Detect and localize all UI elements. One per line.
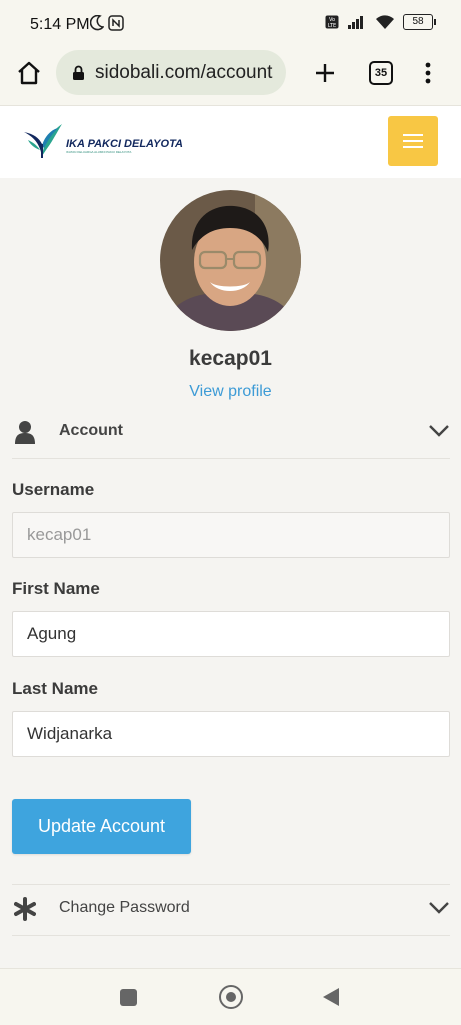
site-logo[interactable]: IKA PAKCI DELAYOTA IKATAN KELUARGA ALUMN… <box>22 120 183 160</box>
status-bar: 5:14 PM Vo LTE 58 <box>0 0 461 48</box>
last-name-field[interactable]: Widjanarka <box>12 711 450 757</box>
new-tab-button[interactable] <box>310 58 340 88</box>
update-account-button[interactable]: Update Account <box>12 799 191 854</box>
last-name-label: Last Name <box>12 679 98 698</box>
hamburger-line <box>403 146 423 148</box>
first-name-label: First Name <box>12 579 100 598</box>
user-icon <box>15 421 35 444</box>
svg-text:LTE: LTE <box>328 23 336 29</box>
home-icon <box>18 61 40 85</box>
logo-text: IKA PAKCI DELAYOTA <box>66 138 183 150</box>
account-section-toggle[interactable]: Account <box>12 408 450 459</box>
site-menu-button[interactable] <box>388 116 438 166</box>
browser-toolbar: sidobali.com/account 35 <box>0 48 461 106</box>
logo-subtext: IKATAN KELUARGA ALUMNI PAKCI DELAYOTA <box>66 150 132 154</box>
site-header: IKA PAKCI DELAYOTA IKATAN KELUARGA ALUMN… <box>0 106 461 178</box>
url-text: sidobali.com/account <box>95 61 273 83</box>
bird-logo-icon <box>24 124 62 158</box>
avatar <box>160 190 301 331</box>
hamburger-line <box>403 134 423 136</box>
lock-icon <box>73 65 84 80</box>
plus-icon <box>316 64 334 82</box>
browser-home-button[interactable] <box>14 58 44 88</box>
wifi-icon <box>376 14 394 29</box>
hamburger-line <box>403 140 423 142</box>
username-field[interactable]: kecap01 <box>12 512 450 558</box>
chevron-down-icon <box>429 902 449 914</box>
chevron-down-icon <box>429 425 449 437</box>
change-password-title: Change Password <box>59 899 190 916</box>
nfc-icon <box>108 15 124 31</box>
home-button[interactable] <box>219 985 243 1009</box>
system-nav-bar <box>0 968 461 1025</box>
first-name-field[interactable]: Agung <box>12 611 450 657</box>
view-profile-link[interactable]: View profile <box>0 383 461 401</box>
status-left-icons <box>90 15 124 31</box>
asterisk-icon <box>14 897 36 921</box>
browser-menu-button[interactable] <box>418 58 438 88</box>
account-section-title: Account <box>59 422 123 439</box>
volte-icon: VoLTE <box>325 15 339 29</box>
moon-icon <box>90 15 104 31</box>
back-button[interactable] <box>323 988 339 1006</box>
status-right-icons: Vo LTE 58 <box>325 14 436 30</box>
profile-username: kecap01 <box>189 347 272 370</box>
signal-icon <box>348 16 363 29</box>
username-label: Username <box>12 480 95 499</box>
tab-switcher-button[interactable]: 35 <box>369 61 393 85</box>
change-password-section-toggle[interactable]: Change Password <box>12 884 450 936</box>
more-vert-icon <box>425 62 431 84</box>
address-bar[interactable]: sidobali.com/account <box>56 50 286 95</box>
battery-icon: 58 <box>403 14 436 30</box>
status-time: 5:14 PM <box>30 16 90 33</box>
recents-button[interactable] <box>120 989 137 1006</box>
